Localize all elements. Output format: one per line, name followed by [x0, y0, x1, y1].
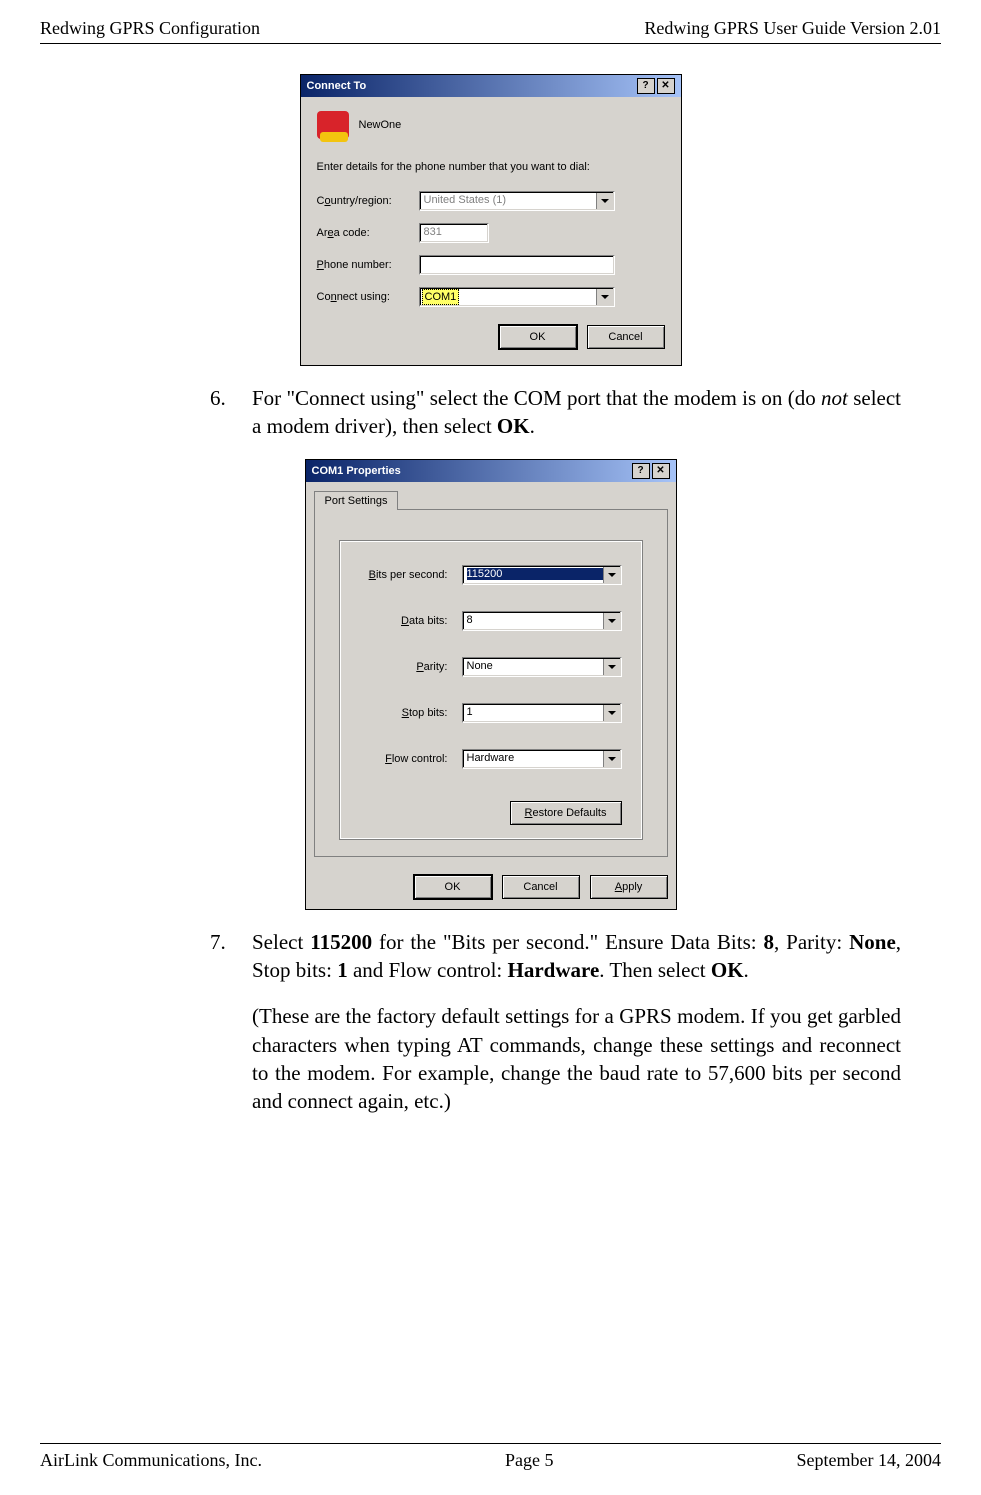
- parity-value: None: [467, 660, 493, 672]
- com1-title: COM1 Properties: [312, 465, 401, 477]
- flow-control-combo[interactable]: Hardware: [462, 749, 622, 769]
- footer-right: September 14, 2004: [797, 1450, 941, 1471]
- tab-port-settings[interactable]: Port Settings: [314, 491, 399, 510]
- chevron-down-icon[interactable]: [603, 659, 620, 675]
- cancel-button[interactable]: Cancel: [502, 875, 580, 899]
- chevron-down-icon[interactable]: [603, 613, 620, 629]
- chevron-down-icon[interactable]: [596, 289, 613, 305]
- country-value: United States (1): [424, 194, 507, 206]
- phone-label: Phone number:: [317, 259, 411, 271]
- connect-to-titlebar[interactable]: Connect To ? ✕: [301, 75, 681, 97]
- com1-titlebar[interactable]: COM1 Properties ? ✕: [306, 460, 676, 482]
- step-7-note: (These are the factory default settings …: [252, 1002, 901, 1115]
- stop-bits-value: 1: [467, 706, 473, 718]
- data-bits-label: Data bits:: [401, 615, 447, 627]
- country-label: Country/region:: [317, 195, 411, 207]
- data-bits-value: 8: [467, 614, 473, 626]
- connect-to-intro: Enter details for the phone number that …: [317, 161, 665, 173]
- chevron-down-icon[interactable]: [603, 705, 620, 721]
- close-icon[interactable]: ✕: [657, 78, 675, 94]
- area-code-field: 831: [419, 223, 489, 243]
- footer-mid: Page 5: [505, 1450, 554, 1471]
- flow-control-label: Flow control:: [385, 753, 447, 765]
- data-bits-combo[interactable]: 8: [462, 611, 622, 631]
- footer-left: AirLink Communications, Inc.: [40, 1450, 262, 1471]
- connect-to-title: Connect To: [307, 80, 367, 92]
- bits-per-second-label: Bits per second:: [369, 569, 448, 581]
- header-right: Redwing GPRS User Guide Version 2.01: [644, 18, 941, 39]
- close-icon[interactable]: ✕: [652, 463, 670, 479]
- ok-button[interactable]: OK: [414, 875, 492, 899]
- ok-button[interactable]: OK: [499, 325, 577, 349]
- area-label: Area code:: [317, 227, 411, 239]
- chevron-down-icon[interactable]: [603, 567, 620, 583]
- phone-icon: [317, 111, 349, 139]
- connect-using-value: COM1: [422, 289, 460, 305]
- restore-defaults-button[interactable]: Restore Defaults: [510, 801, 622, 825]
- flow-control-value: Hardware: [467, 752, 515, 764]
- cancel-button[interactable]: Cancel: [587, 325, 665, 349]
- help-icon[interactable]: ?: [632, 463, 650, 479]
- parity-combo[interactable]: None: [462, 657, 622, 677]
- parity-label: Parity:: [416, 661, 447, 673]
- step-6: 6. For "Connect using" select the COM po…: [210, 384, 901, 441]
- chevron-down-icon: [596, 193, 613, 209]
- phone-number-field[interactable]: [419, 255, 615, 275]
- country-combo: United States (1): [419, 191, 615, 211]
- connect-to-dialog: Connect To ? ✕ NewOne Enter details for …: [300, 74, 682, 366]
- header-left: Redwing GPRS Configuration: [40, 18, 260, 39]
- help-icon[interactable]: ?: [637, 78, 655, 94]
- connect-using-label: Connect using:: [317, 291, 411, 303]
- page-header: Redwing GPRS Configuration Redwing GPRS …: [40, 18, 941, 44]
- bits-per-second-combo[interactable]: 115200: [462, 565, 622, 585]
- com1-properties-dialog: COM1 Properties ? ✕ Port Settings Bits p…: [305, 459, 677, 910]
- bits-per-second-value: 115200: [467, 568, 603, 580]
- page-footer: AirLink Communications, Inc. Page 5 Sept…: [40, 1443, 941, 1471]
- connection-name: NewOne: [359, 119, 402, 131]
- step-number: 7.: [210, 928, 252, 985]
- apply-button[interactable]: Apply: [590, 875, 668, 899]
- step-7: 7. Select 115200 for the "Bits per secon…: [210, 928, 901, 985]
- chevron-down-icon[interactable]: [603, 751, 620, 767]
- stop-bits-label: Stop bits:: [402, 707, 448, 719]
- stop-bits-combo[interactable]: 1: [462, 703, 622, 723]
- step-number: 6.: [210, 384, 252, 441]
- connect-using-combo[interactable]: COM1: [419, 287, 615, 307]
